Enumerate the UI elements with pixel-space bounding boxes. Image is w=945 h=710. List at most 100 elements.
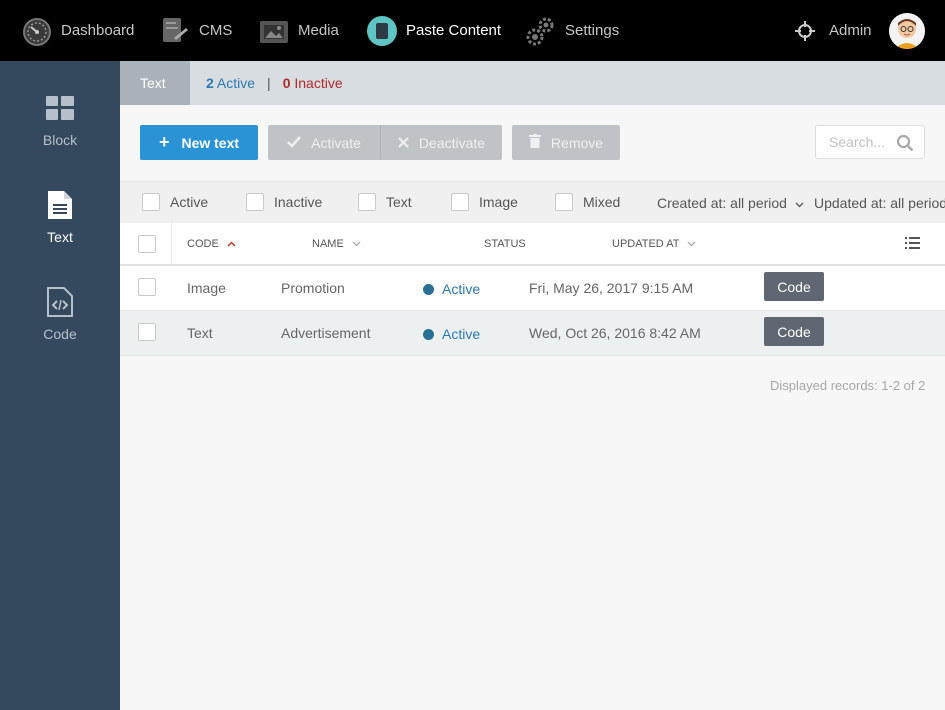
sidebar-item-text[interactable]: Text — [0, 190, 120, 260]
deactivate-label: Deactivate — [418, 134, 486, 151]
filter-text[interactable]: Text — [358, 193, 412, 211]
cell-updated-at: Wed, Oct 26, 2016 8:42 AM — [529, 325, 701, 341]
table-header: Code Name Status Updated at — [120, 223, 945, 266]
cell-code: Text — [187, 325, 213, 341]
sidebar-item-label: Text — [47, 229, 73, 245]
deactivate-button[interactable]: Deactivate — [380, 125, 502, 160]
sidebar-item-label: Code — [43, 326, 77, 342]
breadcrumb-label: Text — [140, 75, 166, 91]
media-icon — [259, 16, 289, 46]
new-text-button[interactable]: + New text — [140, 125, 258, 160]
code-button[interactable]: Code — [764, 317, 824, 346]
status-dot-icon — [423, 328, 434, 340]
trash-icon — [528, 134, 541, 151]
paste-content-icon — [367, 15, 397, 46]
inactive-count-link[interactable]: 0 Inactive — [283, 75, 343, 91]
breadcrumb-counts: 2 Active | 0 Inactive — [206, 61, 343, 105]
nav-label: CMS — [199, 22, 233, 39]
cell-name: Advertisement — [281, 325, 371, 341]
status-label: Active — [442, 326, 481, 342]
filter-label: Image — [479, 194, 518, 210]
filter-label: Inactive — [274, 194, 323, 210]
search-input[interactable] — [829, 134, 891, 150]
active-count: 2 — [206, 75, 214, 91]
sidebar-item-block[interactable]: Block — [0, 93, 120, 163]
nav-label: Paste Content — [406, 22, 502, 39]
avatar[interactable] — [889, 13, 925, 49]
close-icon — [398, 135, 409, 151]
nav-label: Dashboard — [61, 22, 135, 39]
filter-label: Mixed — [583, 194, 621, 210]
inactive-count: 0 — [282, 75, 291, 91]
breadcrumb-arrow — [178, 61, 190, 105]
cell-status[interactable]: Active — [423, 326, 480, 342]
created-at-dropdown[interactable]: Created at: all period — [657, 195, 804, 211]
table-row[interactable]: Image Promotion Active Fri, May 26, 2017… — [120, 266, 945, 311]
filter-image[interactable]: Image — [451, 193, 518, 211]
code-file-icon — [45, 287, 75, 317]
nav-item-settings[interactable]: Settings — [526, 0, 619, 61]
active-count-label: Active — [216, 75, 256, 91]
filter-checkbox[interactable] — [555, 193, 573, 211]
column-header-status[interactable]: Status — [484, 238, 526, 250]
filter-mixed[interactable]: Mixed — [555, 193, 620, 211]
filter-checkbox[interactable] — [246, 193, 264, 211]
toolbar: + New text Activate Deactivate Remove — [120, 105, 945, 181]
plus-icon: + — [158, 132, 170, 152]
activate-label: Activate — [311, 134, 361, 151]
records-count: Displayed records: 1-2 of 2 — [770, 378, 926, 393]
speedometer-icon — [22, 16, 52, 46]
count-separator: | — [267, 75, 271, 91]
active-count-link[interactable]: 2 Active — [206, 75, 255, 91]
filter-checkbox[interactable] — [142, 193, 160, 211]
column-header-name[interactable]: Name — [312, 238, 361, 250]
code-button[interactable]: Code — [764, 272, 824, 301]
row-checkbox[interactable] — [138, 278, 156, 296]
check-icon — [287, 135, 302, 151]
filter-active[interactable]: Active — [142, 193, 208, 211]
cell-status[interactable]: Active — [423, 281, 480, 297]
column-header-updated-at[interactable]: Updated at — [612, 238, 696, 250]
nav-item-cms[interactable]: CMS — [160, 0, 232, 61]
filter-checkbox[interactable] — [451, 193, 469, 211]
search-icon[interactable] — [896, 134, 914, 155]
chevron-down-icon — [795, 195, 804, 211]
column-label: Updated at — [612, 238, 680, 250]
chevron-down-icon — [352, 241, 361, 247]
sort-ascending-icon — [227, 241, 236, 247]
nav-item-media[interactable]: Media — [259, 0, 339, 61]
row-checkbox[interactable] — [138, 323, 156, 341]
sidebar: Block Text Code — [0, 61, 120, 710]
nav-item-dashboard[interactable]: Dashboard — [22, 0, 134, 61]
sidebar-item-code[interactable]: Code — [0, 287, 120, 357]
gears-icon — [526, 16, 556, 46]
updated-at-label: Updated at: all period — [814, 195, 945, 211]
nav-label: Media — [298, 22, 339, 39]
user-name: Admin — [829, 22, 872, 39]
filter-inactive[interactable]: Inactive — [246, 193, 322, 211]
updated-at-dropdown[interactable]: Updated at: all period — [814, 195, 945, 211]
cell-updated-at: Fri, May 26, 2017 9:15 AM — [529, 280, 694, 296]
column-header-code[interactable]: Code — [187, 238, 236, 250]
table-row[interactable]: Text Advertisement Active Wed, Oct 26, 2… — [120, 311, 945, 356]
cell-code: Image — [187, 280, 226, 296]
column-settings-icon[interactable] — [905, 236, 920, 252]
crosshair-icon — [790, 16, 820, 46]
column-label: Code — [187, 238, 219, 250]
nav-item-admin[interactable]: Admin — [790, 0, 872, 61]
nav-item-paste-content[interactable]: Paste Content — [367, 0, 501, 61]
top-navigation: Dashboard CMS Media Paste Content Settin… — [0, 0, 945, 61]
activate-button[interactable]: Activate — [268, 125, 380, 160]
filter-checkbox[interactable] — [358, 193, 376, 211]
sidebar-item-label: Block — [42, 132, 78, 148]
chevron-down-icon — [687, 241, 696, 247]
remove-label: Remove — [550, 134, 604, 151]
status-dot-icon — [423, 283, 434, 295]
breadcrumb: Text 2 Active | 0 Inactive — [120, 61, 945, 105]
select-all-checkbox[interactable] — [138, 235, 156, 253]
nav-label: Settings — [565, 22, 620, 39]
remove-button[interactable]: Remove — [512, 125, 620, 160]
document-icon — [45, 190, 75, 220]
cell-name: Promotion — [281, 280, 345, 296]
inactive-count-label: Inactive — [294, 75, 343, 91]
